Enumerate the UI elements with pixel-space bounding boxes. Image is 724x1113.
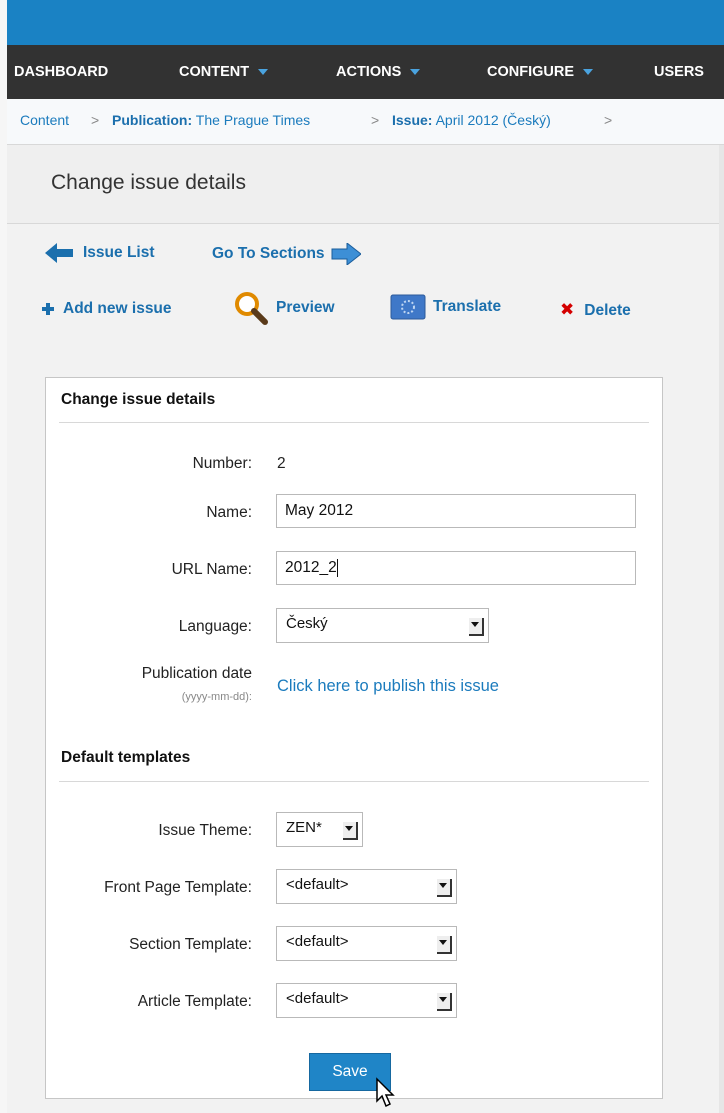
main-navigation: DASHBOARD CONTENT ACTIONS CONFIGURE USER… xyxy=(0,45,724,99)
name-label: Name: xyxy=(206,504,252,521)
divider xyxy=(59,422,649,423)
nav-configure[interactable]: CONFIGURE xyxy=(487,45,593,99)
arrow-right-icon xyxy=(331,241,362,267)
go-to-sections-label: Go To Sections xyxy=(212,245,325,263)
nav-content-label: CONTENT xyxy=(179,64,250,80)
nav-content[interactable]: CONTENT xyxy=(179,45,269,99)
chevron-down-icon xyxy=(410,69,421,76)
delete-button[interactable]: ✖ Delete xyxy=(560,300,631,320)
breadcrumb-issue-label: Issue: xyxy=(392,112,433,128)
magnifier-icon xyxy=(235,292,268,325)
select-arrow-icon xyxy=(437,993,452,1011)
nav-users-label: USERS xyxy=(654,64,704,80)
article-template-label: Article Template: xyxy=(137,993,252,1010)
breadcrumb-separator: > xyxy=(91,112,100,128)
issue-list-button[interactable]: Issue List xyxy=(45,243,155,263)
chevron-down-icon xyxy=(258,69,269,76)
section-template-value: <default> xyxy=(286,933,349,950)
article-template-value: <default> xyxy=(286,990,349,1007)
nav-actions[interactable]: ACTIONS xyxy=(336,45,421,99)
front-page-template-value: <default> xyxy=(286,876,349,893)
translate-button[interactable]: Translate xyxy=(390,294,501,320)
publish-issue-link[interactable]: Click here to publish this issue xyxy=(277,677,499,696)
nav-dashboard[interactable]: DASHBOARD xyxy=(14,45,108,99)
publication-date-label: Publication date xyxy=(141,665,252,682)
chevron-down-icon xyxy=(583,69,593,76)
number-label: Number: xyxy=(192,455,252,472)
delete-x-icon: ✖ xyxy=(560,300,575,319)
default-templates-heading: Default templates xyxy=(61,749,191,766)
url-name-label: URL Name: xyxy=(171,561,252,578)
preview-label: Preview xyxy=(276,299,335,317)
divider xyxy=(59,781,649,782)
url-name-input[interactable]: 2012_2 xyxy=(276,551,636,585)
page-title: Change issue details xyxy=(51,171,246,194)
nav-users[interactable]: USERS xyxy=(654,45,704,99)
breadcrumb-publication-label: Publication: xyxy=(112,112,193,128)
section-template-select[interactable]: <default> xyxy=(276,926,457,961)
go-to-sections-button[interactable]: Go To Sections xyxy=(212,241,362,267)
select-arrow-icon xyxy=(437,879,452,897)
issue-theme-label: Issue Theme: xyxy=(158,822,252,839)
text-caret xyxy=(336,558,338,577)
arrow-left-icon xyxy=(45,243,73,263)
issue-theme-select[interactable]: ZEN* xyxy=(276,812,363,847)
flag-translate-icon xyxy=(390,294,426,320)
title-bar: Change issue details xyxy=(0,145,724,224)
nav-actions-label: ACTIONS xyxy=(336,64,402,80)
breadcrumb-issue[interactable]: Issue: April 2012 (Český) xyxy=(392,99,551,142)
issue-list-label: Issue List xyxy=(83,244,155,262)
select-arrow-icon xyxy=(469,618,484,636)
article-template-select[interactable]: <default> xyxy=(276,983,457,1018)
front-page-template-label: Front Page Template: xyxy=(104,879,252,896)
delete-label: Delete xyxy=(584,302,631,319)
scrollbar[interactable] xyxy=(719,145,724,1113)
language-select[interactable]: Český xyxy=(276,608,489,643)
section-template-label: Section Template: xyxy=(129,936,252,953)
breadcrumb-separator: > xyxy=(604,112,613,128)
publication-date-hint: (yyyy-mm-dd): xyxy=(181,691,252,703)
front-page-template-select[interactable]: <default> xyxy=(276,869,457,904)
add-new-issue-button[interactable]: Add new issue xyxy=(41,300,172,318)
name-input[interactable]: May 2012 xyxy=(276,494,636,528)
mouse-cursor-icon xyxy=(376,1077,395,1108)
preview-button[interactable]: Preview xyxy=(234,291,335,325)
breadcrumb-publication-value: The Prague Times xyxy=(195,112,311,128)
translate-label: Translate xyxy=(433,298,502,316)
breadcrumb-content[interactable]: Content xyxy=(20,99,69,142)
breadcrumb: Content > Publication: The Prague Times … xyxy=(0,99,724,145)
select-arrow-icon xyxy=(437,936,452,954)
url-name-value: 2012_2 xyxy=(285,559,337,576)
add-new-issue-label: Add new issue xyxy=(63,300,172,317)
issue-theme-value: ZEN* xyxy=(286,819,322,836)
change-issue-details-heading: Change issue details xyxy=(61,391,216,408)
breadcrumb-publication[interactable]: Publication: The Prague Times xyxy=(112,99,310,142)
issue-details-panel: Change issue details Number: 2 Name: May… xyxy=(45,377,663,1099)
nav-dashboard-label: DASHBOARD xyxy=(14,64,109,80)
select-arrow-icon xyxy=(343,822,358,840)
nav-configure-label: CONFIGURE xyxy=(487,64,574,80)
left-edge xyxy=(0,0,7,1113)
language-value: Český xyxy=(286,615,328,632)
breadcrumb-separator: > xyxy=(371,112,380,128)
number-value: 2 xyxy=(277,455,286,472)
language-label: Language: xyxy=(178,618,252,635)
top-header-bar xyxy=(0,0,724,45)
plus-icon xyxy=(42,302,54,315)
breadcrumb-issue-value: April 2012 (Český) xyxy=(435,112,551,128)
